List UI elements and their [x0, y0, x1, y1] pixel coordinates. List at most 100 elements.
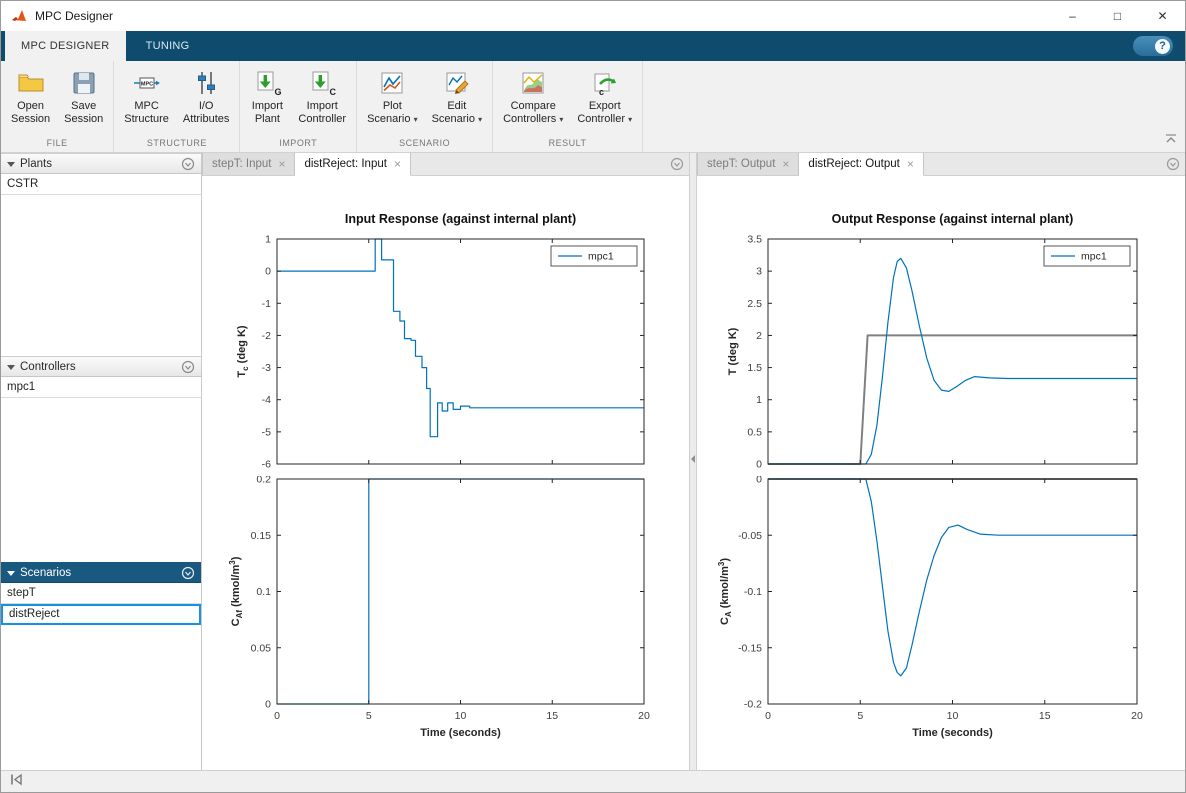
panel-header-plants[interactable]: Plants — [1, 153, 201, 174]
panel-actions-icon[interactable] — [181, 566, 195, 580]
import-plant-button[interactable]: G Import Plant — [243, 61, 291, 125]
save-session-button[interactable]: Save Session — [57, 61, 110, 125]
svg-text:1: 1 — [265, 234, 271, 246]
input-response-bottom-plot[interactable]: 00.050.10.150.205101520Time (seconds)CAf… — [202, 476, 689, 772]
tab-distReject-input[interactable]: distReject: Input × — [295, 153, 410, 176]
svg-text:MPC: MPC — [140, 82, 152, 88]
list-item-distReject[interactable]: distReject — [1, 604, 201, 625]
input-response-top-plot[interactable]: -6-5-4-3-2-101Input Response (against in… — [202, 176, 689, 476]
panel-actions-icon[interactable] — [181, 360, 195, 374]
button-label: Compare — [511, 100, 556, 113]
save-session-icon — [69, 68, 99, 98]
io-attributes-button[interactable]: I/O Attributes — [176, 61, 236, 125]
button-label-text: Controller — [577, 113, 625, 125]
input-response-figure: -6-5-4-3-2-101Input Response (against in… — [202, 176, 689, 770]
tab-actions-icon[interactable] — [1166, 157, 1180, 176]
export-controller-button[interactable]: c Export Controller ▾ — [570, 61, 639, 126]
svg-text:-2: -2 — [262, 330, 271, 342]
close-icon[interactable]: × — [907, 157, 914, 171]
output-response-top-plot[interactable]: 00.511.522.533.5Output Response (against… — [697, 176, 1186, 476]
svg-text:CAf (kmol/m3): CAf (kmol/m3) — [228, 556, 244, 626]
panel-header-controllers[interactable]: Controllers — [1, 356, 201, 377]
dropdown-arrow-icon: ▾ — [478, 115, 482, 124]
button-label: Structure — [124, 113, 169, 126]
dropdown-arrow-icon: ▾ — [559, 115, 563, 124]
section-label: RESULT — [496, 138, 639, 152]
svg-text:G: G — [275, 87, 282, 97]
open-session-button[interactable]: Open Session — [4, 61, 57, 125]
button-label-text: Controllers — [503, 113, 556, 125]
window-title: MPC Designer — [35, 9, 113, 23]
tab-stepT-output[interactable]: stepT: Output × — [697, 153, 799, 175]
minimize-button[interactable]: – — [1050, 1, 1095, 31]
svg-text:0: 0 — [756, 476, 762, 486]
help-button[interactable]: ? — [1133, 36, 1173, 56]
import-plant-icon: G — [252, 68, 282, 98]
collapse-toolstrip-button[interactable] — [1165, 130, 1177, 148]
mpc-structure-icon: MPC — [132, 68, 162, 98]
edit-scenario-button[interactable]: Edit Scenario ▾ — [425, 61, 490, 126]
section-label: IMPORT — [243, 138, 353, 152]
svg-text:-4: -4 — [262, 394, 271, 406]
maximize-button[interactable]: □ — [1095, 1, 1140, 31]
panel-actions-icon[interactable] — [181, 157, 195, 171]
section-label: SCENARIO — [360, 138, 489, 152]
button-label: Plant — [255, 113, 280, 126]
dropdown-arrow-icon: ▾ — [628, 115, 632, 124]
button-label: Controllers ▾ — [503, 113, 563, 127]
export-controller-icon: c — [590, 68, 620, 98]
output-response-figure: 00.511.522.533.5Output Response (against… — [697, 176, 1185, 770]
svg-text:Time (seconds): Time (seconds) — [912, 727, 993, 739]
svg-text:15: 15 — [546, 710, 558, 722]
button-label: I/O — [199, 100, 214, 113]
svg-text:0: 0 — [274, 710, 280, 722]
list-item-cstr[interactable]: CSTR — [1, 174, 201, 195]
close-button[interactable]: ✕ — [1140, 1, 1185, 31]
compare-controllers-button[interactable]: Compare Controllers ▾ — [496, 61, 570, 126]
list-item-stepT[interactable]: stepT — [1, 583, 201, 604]
svg-text:2.5: 2.5 — [747, 298, 762, 310]
plants-list: CSTR — [1, 174, 201, 356]
open-session-icon — [16, 68, 46, 98]
compare-controllers-icon — [518, 68, 548, 98]
svg-text:-5: -5 — [262, 426, 271, 438]
panel-controllers: Controllers mpc1 — [1, 356, 201, 562]
controllers-list: mpc1 — [1, 377, 201, 562]
group-splitter[interactable] — [689, 153, 697, 770]
button-label: Attributes — [183, 113, 229, 126]
ribbon-tab-tuning[interactable]: TUNING — [130, 31, 206, 61]
svg-text:0.5: 0.5 — [747, 426, 762, 438]
tab-stepT-input[interactable]: stepT: Input × — [202, 153, 295, 175]
svg-text:Output Response (against inter: Output Response (against internal plant) — [832, 212, 1074, 226]
toolbar-spacer — [643, 61, 1185, 152]
browser-sidebar: Plants CSTR Controllers mpc1 — [1, 153, 202, 770]
toolstrip: Open Session Save Session FILE MPC — [1, 61, 1185, 153]
tab-actions-icon[interactable] — [670, 157, 684, 176]
close-icon[interactable]: × — [278, 157, 285, 171]
tab-label: stepT: Input — [212, 158, 271, 170]
import-controller-button[interactable]: C Import Controller — [291, 61, 353, 125]
import-controller-icon: C — [307, 68, 337, 98]
panel-scenarios: Scenarios stepT distReject — [1, 562, 201, 770]
close-icon[interactable]: × — [782, 157, 789, 171]
output-response-bottom-plot[interactable]: -0.2-0.15-0.1-0.05005101520Time (seconds… — [697, 476, 1186, 772]
chevron-down-icon — [7, 158, 15, 170]
svg-text:5: 5 — [857, 710, 863, 722]
svg-text:CA (kmol/m3): CA (kmol/m3) — [717, 558, 733, 625]
button-label: Controller — [298, 113, 346, 126]
tab-distReject-output[interactable]: distReject: Output × — [799, 153, 923, 176]
panel-header-scenarios[interactable]: Scenarios — [1, 562, 201, 583]
button-label: Import — [307, 100, 338, 113]
close-icon[interactable]: × — [394, 157, 401, 171]
svg-text:-1: -1 — [262, 298, 271, 310]
collapse-left-icon[interactable] — [9, 773, 24, 791]
svg-text:c: c — [599, 87, 604, 97]
plot-scenario-button[interactable]: Plot Scenario ▾ — [360, 61, 425, 126]
mpc-structure-button[interactable]: MPC MPC Structure — [117, 61, 176, 125]
svg-text:20: 20 — [638, 710, 650, 722]
list-item-mpc1[interactable]: mpc1 — [1, 377, 201, 398]
dropdown-arrow-icon: ▾ — [414, 115, 418, 124]
ribbon-tab-mpc-designer[interactable]: MPC DESIGNER — [5, 31, 126, 61]
svg-text:mpc1: mpc1 — [1081, 251, 1107, 263]
svg-text:Tc (deg K): Tc (deg K) — [236, 325, 250, 377]
